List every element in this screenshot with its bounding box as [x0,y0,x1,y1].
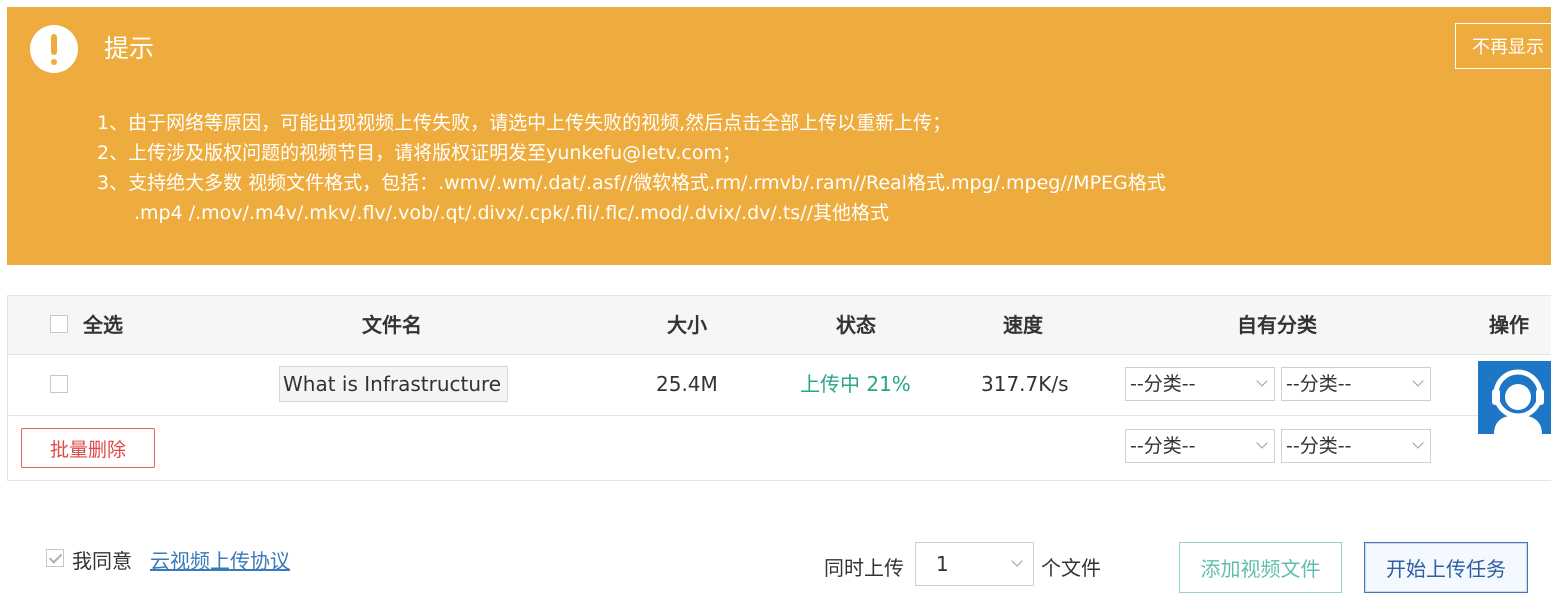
upload-status: 上传中 21% [800,372,911,396]
simultaneous-upload-label: 同时上传 [824,556,904,580]
chevron-down-icon [1412,375,1424,387]
notice-banner: 提示 不再显示 1、由于网络等原因，可能出现视频上传失败，请选中上传失败的视频,… [7,7,1551,265]
file-size: 25.4M [656,372,718,396]
notice-line: .mp4 /.mov/.m4v/.mkv/.flv/.vob/.qt/.divx… [134,202,890,224]
header-status: 状态 [836,313,876,337]
notice-line: 1、由于网络等原因，可能出现视频上传失败，请选中上传失败的视频,然后点击全部上传… [97,112,952,134]
chevron-down-icon [1011,555,1023,567]
notice-title: 提示 [104,34,155,63]
upload-agreement-link[interactable]: 云视频上传协议 [150,545,290,574]
simultaneous-upload-value: 1 [936,552,949,576]
category-select-value: --分类-- [1286,435,1352,457]
add-video-button[interactable]: 添加视频文件 [1179,542,1342,593]
chevron-down-icon [1256,437,1268,449]
chevron-down-icon [1412,437,1424,449]
notice-line: 2、上传涉及版权问题的视频节目，请将版权证明发至yunkefu@letv.com… [97,142,741,164]
header-speed: 速度 [1003,313,1043,337]
category-select-value: --分类-- [1286,373,1352,395]
batch-category-select-secondary[interactable]: --分类-- [1281,429,1431,463]
batch-category-select-primary[interactable]: --分类-- [1125,429,1275,463]
table-row: What is Infrastructure 25.4M 上传中 21% 317… [8,354,1551,416]
select-all-label: 全选 [83,313,123,337]
notice-line: 3、支持绝大多数 视频文件格式，包括：.wmv/.wm/.dat/.asf//微… [97,172,1166,194]
chevron-down-icon [1256,375,1268,387]
notice-text: 1、由于网络等原因，可能出现视频上传失败，请选中上传失败的视频,然后点击全部上传… [97,108,1166,228]
filename-field[interactable]: What is Infrastructure [279,366,508,402]
table-header: 全选 文件名 大小 状态 速度 自有分类 操作 [8,296,1551,355]
simultaneous-upload-unit: 个文件 [1041,556,1101,580]
row-checkbox[interactable] [50,375,68,393]
select-all-checkbox[interactable] [50,315,68,333]
header-category: 自有分类 [1237,313,1317,337]
category-select-primary[interactable]: --分类-- [1125,367,1275,401]
dont-show-again-button[interactable]: 不再显示 [1455,23,1551,69]
agree-label: 我同意 [72,549,132,573]
headset-agent-icon [1492,369,1544,434]
category-select-secondary[interactable]: --分类-- [1281,367,1431,401]
start-upload-button[interactable]: 开始上传任务 [1364,542,1528,593]
customer-service-button[interactable] [1478,361,1551,434]
category-select-value: --分类-- [1130,373,1196,395]
header-actions: 操作 [1489,313,1529,337]
category-select-value: --分类-- [1130,435,1196,457]
simultaneous-upload-select[interactable]: 1 [915,542,1034,586]
agree-checkbox[interactable] [46,549,64,567]
exclamation-icon [30,25,78,73]
batch-delete-button[interactable]: 批量删除 [21,428,155,468]
upload-table: 全选 文件名 大小 状态 速度 自有分类 操作 What is Infrastr… [7,295,1551,481]
header-size: 大小 [667,313,707,337]
upload-speed: 317.7K/s [981,372,1069,396]
header-filename: 文件名 [362,313,422,337]
